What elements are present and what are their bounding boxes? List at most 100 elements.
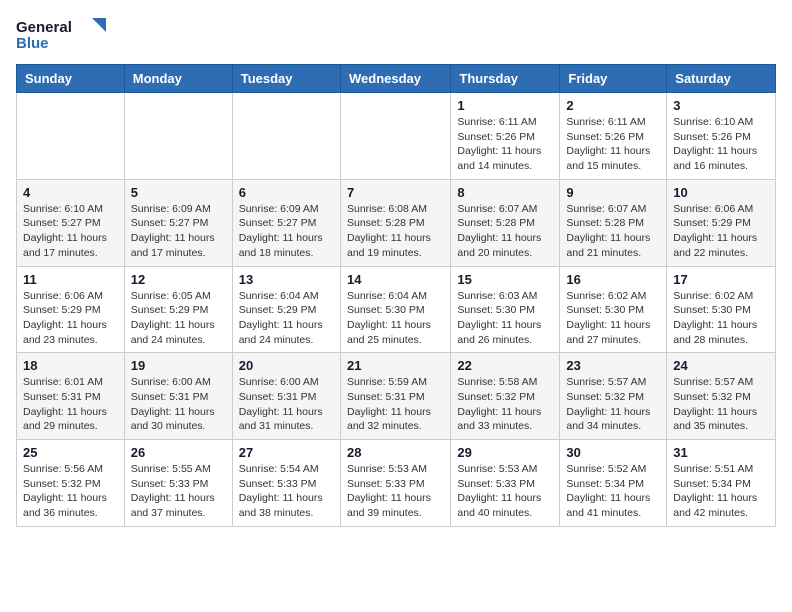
- day-number: 28: [347, 445, 444, 460]
- day-info: Sunrise: 6:03 AM Sunset: 5:30 PM Dayligh…: [457, 289, 553, 348]
- day-number: 18: [23, 358, 118, 373]
- day-number: 30: [566, 445, 660, 460]
- weekday-header: Sunday: [17, 65, 125, 93]
- calendar-cell: 29Sunrise: 5:53 AM Sunset: 5:33 PM Dayli…: [451, 440, 560, 527]
- calendar-header-row: SundayMondayTuesdayWednesdayThursdayFrid…: [17, 65, 776, 93]
- day-info: Sunrise: 6:11 AM Sunset: 5:26 PM Dayligh…: [566, 115, 660, 174]
- day-info: Sunrise: 6:06 AM Sunset: 5:29 PM Dayligh…: [673, 202, 769, 261]
- calendar-cell: 19 Sunrise: 6:00 AM Sunset: 5:31 PM Dayli…: [124, 353, 232, 440]
- calendar-week-row: 25 Sunrise: 5:56 AM Sunset: 5:32 PM Dayli…: [17, 440, 776, 527]
- day-info: Sunrise: 6:07 AM Sunset: 5:28 PM Dayligh…: [566, 202, 660, 261]
- calendar-cell: 15 Sunrise: 6:03 AM Sunset: 5:30 PM Dayli…: [451, 266, 560, 353]
- day-number: 16: [566, 272, 660, 287]
- calendar-cell: 5Sunrise: 6:09 AM Sunset: 5:27 PM Daylig…: [124, 179, 232, 266]
- day-number: 4: [23, 185, 118, 200]
- day-number: 27: [239, 445, 334, 460]
- calendar-week-row: 1 Sunrise: 6:11 AM Sunset: 5:26 PM Daylig…: [17, 93, 776, 180]
- day-info: Sunrise: 5:53 AM Sunset: 5:33 PM Dayligh…: [457, 462, 553, 521]
- calendar-cell: 26 Sunrise: 5:55 AM Sunset: 5:33 PM Dayli…: [124, 440, 232, 527]
- day-info: Sunrise: 5:58 AM Sunset: 5:32 PM Dayligh…: [457, 375, 553, 434]
- weekday-header: Tuesday: [232, 65, 340, 93]
- logo-svg: General Blue: [16, 16, 106, 52]
- calendar-cell: 2Sunrise: 6:11 AM Sunset: 5:26 PM Daylig…: [560, 93, 667, 180]
- day-info: Sunrise: 6:09 AM Sunset: 5:27 PM Dayligh…: [131, 202, 226, 261]
- calendar-cell: 18 Sunrise: 6:01 AM Sunset: 5:31 PM Dayli…: [17, 353, 125, 440]
- calendar-cell: 20 Sunrise: 6:00 AM Sunset: 5:31 PM Dayli…: [232, 353, 340, 440]
- calendar-cell: 31 Sunrise: 5:51 AM Sunset: 5:34 PM Dayli…: [667, 440, 776, 527]
- day-number: 15: [457, 272, 553, 287]
- calendar-cell: 22 Sunrise: 5:58 AM Sunset: 5:32 PM Dayli…: [451, 353, 560, 440]
- weekday-header: Friday: [560, 65, 667, 93]
- calendar-week-row: 4Sunrise: 6:10 AM Sunset: 5:27 PM Daylig…: [17, 179, 776, 266]
- day-info: Sunrise: 6:00 AM Sunset: 5:31 PM Dayligh…: [131, 375, 226, 434]
- calendar-cell: 4Sunrise: 6:10 AM Sunset: 5:27 PM Daylig…: [17, 179, 125, 266]
- day-info: Sunrise: 6:06 AM Sunset: 5:29 PM Dayligh…: [23, 289, 118, 348]
- day-info: Sunrise: 6:10 AM Sunset: 5:26 PM Dayligh…: [673, 115, 769, 174]
- day-info: Sunrise: 5:56 AM Sunset: 5:32 PM Dayligh…: [23, 462, 118, 521]
- day-info: Sunrise: 5:57 AM Sunset: 5:32 PM Dayligh…: [673, 375, 769, 434]
- weekday-header: Thursday: [451, 65, 560, 93]
- day-info: Sunrise: 5:54 AM Sunset: 5:33 PM Dayligh…: [239, 462, 334, 521]
- day-number: 13: [239, 272, 334, 287]
- day-info: Sunrise: 5:55 AM Sunset: 5:33 PM Dayligh…: [131, 462, 226, 521]
- calendar-cell: 11 Sunrise: 6:06 AM Sunset: 5:29 PM Dayli…: [17, 266, 125, 353]
- day-info: Sunrise: 6:02 AM Sunset: 5:30 PM Dayligh…: [566, 289, 660, 348]
- day-info: Sunrise: 6:00 AM Sunset: 5:31 PM Dayligh…: [239, 375, 334, 434]
- day-number: 8: [457, 185, 553, 200]
- day-number: 1: [457, 98, 553, 113]
- calendar-cell: 7Sunrise: 6:08 AM Sunset: 5:28 PM Daylig…: [340, 179, 450, 266]
- day-number: 22: [457, 358, 553, 373]
- calendar-cell: 9 Sunrise: 6:07 AM Sunset: 5:28 PM Daylig…: [560, 179, 667, 266]
- calendar-cell: [232, 93, 340, 180]
- day-number: 12: [131, 272, 226, 287]
- calendar-cell: 21 Sunrise: 5:59 AM Sunset: 5:31 PM Dayli…: [340, 353, 450, 440]
- calendar-cell: 23 Sunrise: 5:57 AM Sunset: 5:32 PM Dayli…: [560, 353, 667, 440]
- calendar-cell: [340, 93, 450, 180]
- day-number: 26: [131, 445, 226, 460]
- day-number: 23: [566, 358, 660, 373]
- calendar-table: SundayMondayTuesdayWednesdayThursdayFrid…: [16, 64, 776, 527]
- calendar-cell: 16 Sunrise: 6:02 AM Sunset: 5:30 PM Dayli…: [560, 266, 667, 353]
- calendar-cell: 6 Sunrise: 6:09 AM Sunset: 5:27 PM Daylig…: [232, 179, 340, 266]
- logo: General Blue: [16, 16, 106, 52]
- day-number: 11: [23, 272, 118, 287]
- day-number: 21: [347, 358, 444, 373]
- day-info: Sunrise: 5:52 AM Sunset: 5:34 PM Dayligh…: [566, 462, 660, 521]
- calendar-cell: 12Sunrise: 6:05 AM Sunset: 5:29 PM Dayli…: [124, 266, 232, 353]
- day-info: Sunrise: 5:51 AM Sunset: 5:34 PM Dayligh…: [673, 462, 769, 521]
- day-info: Sunrise: 6:11 AM Sunset: 5:26 PM Dayligh…: [457, 115, 553, 174]
- calendar-cell: 24 Sunrise: 5:57 AM Sunset: 5:32 PM Dayli…: [667, 353, 776, 440]
- calendar-cell: 14Sunrise: 6:04 AM Sunset: 5:30 PM Dayli…: [340, 266, 450, 353]
- day-number: 25: [23, 445, 118, 460]
- day-number: 31: [673, 445, 769, 460]
- calendar-cell: 10 Sunrise: 6:06 AM Sunset: 5:29 PM Dayli…: [667, 179, 776, 266]
- calendar-cell: 1 Sunrise: 6:11 AM Sunset: 5:26 PM Daylig…: [451, 93, 560, 180]
- weekday-header: Saturday: [667, 65, 776, 93]
- day-info: Sunrise: 6:01 AM Sunset: 5:31 PM Dayligh…: [23, 375, 118, 434]
- day-info: Sunrise: 5:53 AM Sunset: 5:33 PM Dayligh…: [347, 462, 444, 521]
- calendar-cell: 3 Sunrise: 6:10 AM Sunset: 5:26 PM Daylig…: [667, 93, 776, 180]
- calendar-cell: 17Sunrise: 6:02 AM Sunset: 5:30 PM Dayli…: [667, 266, 776, 353]
- calendar-week-row: 18 Sunrise: 6:01 AM Sunset: 5:31 PM Dayli…: [17, 353, 776, 440]
- day-number: 19: [131, 358, 226, 373]
- day-number: 24: [673, 358, 769, 373]
- calendar-week-row: 11 Sunrise: 6:06 AM Sunset: 5:29 PM Dayli…: [17, 266, 776, 353]
- day-info: Sunrise: 5:59 AM Sunset: 5:31 PM Dayligh…: [347, 375, 444, 434]
- day-number: 20: [239, 358, 334, 373]
- calendar-cell: 27 Sunrise: 5:54 AM Sunset: 5:33 PM Dayli…: [232, 440, 340, 527]
- day-info: Sunrise: 6:08 AM Sunset: 5:28 PM Dayligh…: [347, 202, 444, 261]
- day-number: 6: [239, 185, 334, 200]
- day-info: Sunrise: 6:07 AM Sunset: 5:28 PM Dayligh…: [457, 202, 553, 261]
- day-number: 9: [566, 185, 660, 200]
- day-number: 10: [673, 185, 769, 200]
- day-info: Sunrise: 6:04 AM Sunset: 5:29 PM Dayligh…: [239, 289, 334, 348]
- day-number: 14: [347, 272, 444, 287]
- day-info: Sunrise: 5:57 AM Sunset: 5:32 PM Dayligh…: [566, 375, 660, 434]
- day-number: 3: [673, 98, 769, 113]
- day-info: Sunrise: 6:09 AM Sunset: 5:27 PM Dayligh…: [239, 202, 334, 261]
- calendar-cell: [17, 93, 125, 180]
- weekday-header: Monday: [124, 65, 232, 93]
- calendar-cell: [124, 93, 232, 180]
- calendar-cell: 13 Sunrise: 6:04 AM Sunset: 5:29 PM Dayli…: [232, 266, 340, 353]
- svg-text:Blue: Blue: [16, 35, 49, 52]
